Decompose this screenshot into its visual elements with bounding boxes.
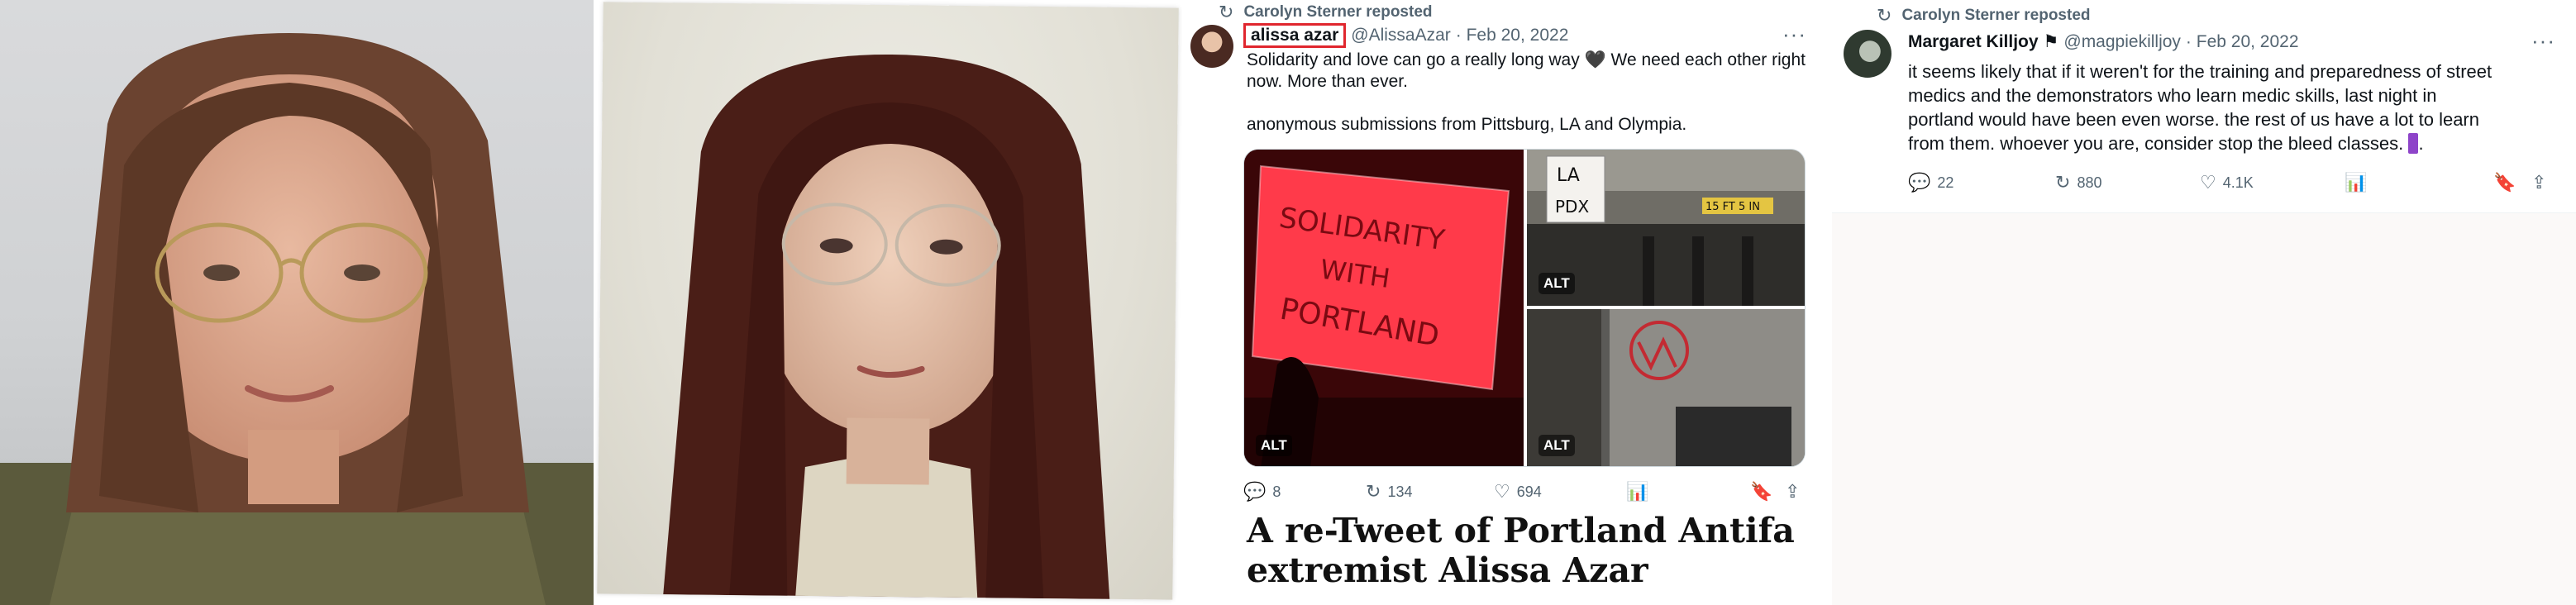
tweet-text-line: anonymous submissions from Pittsburg, LA… (1247, 115, 1687, 134)
user-handle[interactable]: @AlissaAzar (1351, 26, 1451, 45)
empty-background (1832, 213, 2576, 605)
tweet-card-margaret[interactable]: ↻ Carolyn Sterner reposted Margaret Kill… (1832, 0, 2576, 213)
like-button[interactable]: ♡ 694 (1494, 481, 1626, 503)
tweet-date[interactable]: · Feb 20, 2022 (1456, 26, 1569, 45)
tweet-text-line: now. More than ever. (1247, 72, 1408, 91)
views-icon: 📊 (1626, 481, 1649, 502)
repost-header: ↻ Carolyn Sterner reposted (1219, 2, 1433, 23)
display-name[interactable]: alissa azar (1243, 23, 1347, 48)
media-image-banner[interactable]: SOLIDARITY WITH PORTLAND ALT (1244, 150, 1524, 466)
avatar[interactable] (1190, 25, 1233, 68)
share-icon: ⇪ (1785, 481, 1801, 502)
banner-photo: SOLIDARITY WITH PORTLAND (1244, 150, 1524, 466)
alt-badge[interactable]: ALT (1256, 435, 1292, 456)
tweet-text-line: medics and the demonstrators who learn m… (1908, 85, 2437, 106)
emoji-placeholder: ▮ (2408, 133, 2419, 154)
views-icon: 📊 (2345, 172, 2368, 193)
share-button[interactable]: ⇪ (2531, 172, 2546, 193)
like-icon: ♡ (1494, 481, 1510, 502)
reply-count: 8 (1272, 483, 1281, 500)
reply-button[interactable]: 💬 22 (1908, 172, 2055, 193)
tweet-card-alissa[interactable]: ↻ Carolyn Sterner reposted alissa azar @… (1187, 0, 1832, 605)
views-button[interactable]: 📊 (2345, 172, 2493, 193)
share-icon: ⇪ (2531, 172, 2547, 193)
repost-icon: ↻ (1219, 2, 1234, 22)
tweet-text-line: it seems likely that if it weren't for t… (1908, 61, 2493, 82)
bookmark-button[interactable]: 🔖 (2493, 172, 2531, 193)
more-options-icon[interactable]: ··· (1782, 21, 1806, 47)
more-options-icon[interactable]: ··· (2531, 28, 2555, 54)
alt-badge[interactable]: ALT (1538, 435, 1575, 456)
sign-text-2: PDX (1555, 197, 1589, 217)
tweet-date[interactable]: · Feb 20, 2022 (2186, 32, 2299, 52)
avatar[interactable] (1844, 30, 1891, 78)
repost-icon: ↻ (1366, 481, 1381, 502)
portrait-photo-1 (0, 0, 594, 605)
repost-button[interactable]: ↻ 880 (2055, 172, 2200, 193)
media-grid[interactable]: SOLIDARITY WITH PORTLAND ALT LA PDX 15 F… (1243, 149, 1806, 467)
bookmark-button[interactable]: 🔖 (1750, 481, 1785, 503)
portrait-photo-2 (594, 0, 1182, 605)
media-image-bridge[interactable]: LA PDX 15 FT 5 IN ALT (1527, 150, 1805, 306)
reply-count: 22 (1937, 174, 1954, 191)
tweet-text-end: . (2418, 133, 2424, 154)
like-icon: ♡ (2200, 172, 2216, 193)
views-button[interactable]: 📊 (1626, 481, 1750, 503)
portrait-illustration-1 (0, 33, 594, 605)
repost-label: Carolyn Sterner reposted (1901, 7, 2091, 24)
bookmark-icon: 🔖 (1750, 481, 1773, 502)
tweet-actions: 💬 8 ↻ 134 ♡ 694 📊 🔖 ⇪ (1243, 481, 1814, 503)
repost-count: 880 (2077, 174, 2102, 191)
tweet-text: it seems likely that if it weren't for t… (1908, 60, 2553, 155)
tweet-text-fragment: from them. whoever you are, consider sto… (1908, 133, 2404, 154)
alt-badge[interactable]: ALT (1538, 273, 1575, 294)
image-caption: A re-Tweet of Portland Antifa extremist … (1247, 511, 1795, 590)
tweet-header: Margaret Killjoy ⚑ @magpiekilljoy · Feb … (1908, 31, 2299, 52)
clearance-sign: 15 FT 5 IN (1705, 201, 1760, 213)
repost-label: Carolyn Sterner reposted (1243, 3, 1433, 21)
tweet-text-line: Solidarity and love can go a really long… (1247, 50, 1806, 69)
repost-button[interactable]: ↻ 134 (1366, 481, 1494, 503)
share-button[interactable]: ⇪ (1785, 481, 1800, 503)
tweet-text: Solidarity and love can go a really long… (1247, 50, 1825, 136)
repost-icon: ↻ (1877, 5, 1892, 26)
media-image-wall[interactable]: ALT (1527, 309, 1805, 466)
reply-icon: 💬 (1908, 172, 1931, 193)
like-count: 4.1K (2222, 174, 2254, 191)
repost-icon: ↻ (2055, 172, 2071, 193)
repost-count: 134 (1387, 483, 1413, 500)
bookmark-icon: 🔖 (2493, 172, 2516, 193)
portrait-illustration-2 (663, 55, 1110, 599)
flag-icon: ⚑ (2043, 32, 2059, 51)
tweet-text-line: from them. whoever you are, consider sto… (1908, 131, 2553, 155)
user-handle[interactable]: @magpiekilljoy (2063, 32, 2181, 52)
like-button[interactable]: ♡ 4.1K (2200, 172, 2345, 193)
like-count: 694 (1516, 483, 1542, 500)
repost-header: ↻ Carolyn Sterner reposted (1877, 5, 2091, 26)
tweet-header: alissa azar @AlissaAzar · Feb 20, 2022 (1243, 23, 1568, 48)
sign-text-1: LA (1557, 165, 1580, 186)
tweet-actions: 💬 22 ↻ 880 ♡ 4.1K 📊 🔖 ⇪ (1908, 172, 2569, 193)
display-name[interactable]: Margaret Killjoy (1908, 32, 2039, 52)
reply-icon: 💬 (1243, 481, 1267, 502)
reply-button[interactable]: 💬 8 (1243, 481, 1366, 503)
tweet-text-line: portland would have been even worse. the… (1908, 109, 2479, 130)
